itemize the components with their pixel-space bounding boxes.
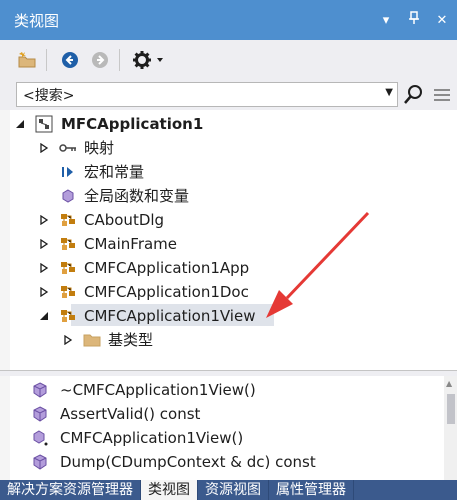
expand-triangle-icon[interactable] bbox=[63, 335, 73, 345]
window-title-bar: 类视图 ▾ ✕ bbox=[0, 0, 457, 40]
member-label: CMFCApplication1View() bbox=[60, 429, 244, 447]
list-item[interactable]: CMFCApplication1View() bbox=[10, 426, 444, 450]
tab-solution-explorer[interactable]: 解决方案资源管理器 bbox=[0, 480, 141, 500]
global-icon bbox=[62, 189, 74, 203]
project-icon bbox=[35, 115, 53, 133]
close-icon[interactable]: ✕ bbox=[435, 13, 449, 28]
collapse-triangle-icon[interactable] bbox=[15, 119, 25, 129]
tree-item-label: 全局函数和变量 bbox=[84, 187, 190, 205]
scrollbar-thumb[interactable] bbox=[447, 394, 455, 424]
forward-button[interactable] bbox=[87, 47, 113, 73]
toolbar-separator bbox=[119, 49, 120, 71]
settings-icon bbox=[133, 51, 163, 69]
tab-resource-view[interactable]: 资源视图 bbox=[198, 480, 269, 500]
search-options-icon bbox=[434, 89, 450, 101]
expand-triangle-icon[interactable] bbox=[39, 143, 49, 153]
back-icon bbox=[62, 52, 78, 68]
search-history-dropdown-icon[interactable]: ▼ bbox=[385, 87, 393, 98]
window-menu-dropdown-icon[interactable]: ▾ bbox=[379, 13, 393, 28]
expand-triangle-icon[interactable] bbox=[39, 215, 49, 225]
new-folder-icon bbox=[18, 52, 36, 68]
member-label: ~CMFCApplication1View() bbox=[60, 381, 256, 399]
tab-class-view[interactable]: 类视图 bbox=[141, 480, 198, 500]
search-input[interactable]: <搜索> ▼ bbox=[16, 82, 398, 107]
class-tree[interactable]: MFCApplication1 映射 宏和常量 全局函数和变量 CAboutDl… bbox=[10, 110, 457, 370]
folder-icon bbox=[83, 334, 101, 347]
class-icon bbox=[61, 310, 75, 322]
class-icon bbox=[61, 214, 75, 226]
macro-icon bbox=[62, 167, 73, 177]
tree-item-globals[interactable]: 全局函数和变量 bbox=[10, 184, 447, 208]
member-label: AssertValid() const bbox=[60, 405, 201, 423]
scroll-up-icon[interactable]: ▲ bbox=[446, 379, 452, 388]
tree-item-label: 宏和常量 bbox=[84, 163, 145, 181]
method-icon bbox=[33, 382, 47, 398]
protected-method-icon bbox=[33, 430, 48, 446]
list-item[interactable]: Dump(CDumpContext & dc) const bbox=[10, 450, 444, 474]
window-title: 类视图 bbox=[14, 11, 60, 30]
tree-item-label: 基类型 bbox=[108, 331, 154, 349]
toolbar-separator bbox=[46, 49, 47, 71]
tree-item-class[interactable]: CAboutDlg bbox=[10, 208, 447, 232]
tree-item-label: CMFCApplication1Doc bbox=[84, 283, 249, 301]
toolbar bbox=[0, 40, 457, 80]
member-label: Dump(CDumpContext & dc) const bbox=[60, 453, 316, 471]
expand-triangle-icon[interactable] bbox=[39, 287, 49, 297]
tree-item-label: 映射 bbox=[84, 139, 115, 157]
members-list[interactable]: ~CMFCApplication1View() AssertValid() co… bbox=[10, 376, 444, 480]
class-icon bbox=[61, 286, 75, 298]
tree-item-class[interactable]: CMFCApplication1Doc bbox=[10, 280, 447, 304]
tree-item-class[interactable]: CMFCApplication1App bbox=[10, 256, 447, 280]
collapse-triangle-icon[interactable] bbox=[39, 311, 49, 321]
tree-item-maps[interactable]: 映射 bbox=[10, 136, 447, 160]
tree-item-label: CMFCApplication1View bbox=[84, 307, 256, 325]
bottom-tab-bar: 解决方案资源管理器 类视图 资源视图 属性管理器 bbox=[0, 480, 457, 500]
tree-item-class[interactable]: CMainFrame bbox=[10, 232, 447, 256]
search-row: <搜索> ▼ bbox=[0, 80, 457, 110]
new-folder-button[interactable] bbox=[14, 47, 40, 73]
tree-item-label: CMFCApplication1App bbox=[84, 259, 250, 277]
expand-triangle-icon[interactable] bbox=[39, 263, 49, 273]
search-input-text: <搜索> bbox=[23, 87, 75, 104]
pin-icon[interactable] bbox=[407, 11, 421, 29]
method-icon bbox=[33, 454, 47, 470]
key-map-icon bbox=[59, 144, 76, 152]
tree-root-node[interactable]: MFCApplication1 bbox=[10, 112, 447, 136]
tree-item-label: CAboutDlg bbox=[84, 211, 165, 229]
list-item[interactable]: ~CMFCApplication1View() bbox=[10, 378, 444, 402]
list-item[interactable]: AssertValid() const bbox=[10, 402, 444, 426]
method-icon bbox=[33, 406, 47, 422]
search-button[interactable] bbox=[402, 84, 426, 106]
settings-button[interactable] bbox=[130, 47, 170, 73]
back-button[interactable] bbox=[57, 47, 83, 73]
expand-triangle-icon[interactable] bbox=[39, 239, 49, 249]
tree-item-class-selected[interactable]: CMFCApplication1View bbox=[10, 304, 447, 328]
class-icon bbox=[61, 238, 75, 250]
tree-item-base-types[interactable]: 基类型 bbox=[10, 328, 447, 352]
search-icon bbox=[404, 85, 422, 104]
tree-item-label: CMainFrame bbox=[84, 235, 178, 253]
tab-property-manager[interactable]: 属性管理器 bbox=[269, 480, 354, 500]
class-icon bbox=[61, 262, 75, 274]
members-scrollbar[interactable]: ▲ bbox=[444, 376, 457, 480]
tree-item-macros[interactable]: 宏和常量 bbox=[10, 160, 447, 184]
window-controls: ▾ ✕ bbox=[379, 0, 449, 40]
tree-root-label: MFCApplication1 bbox=[61, 115, 204, 133]
forward-icon bbox=[92, 52, 108, 68]
search-options-button[interactable] bbox=[432, 84, 452, 106]
